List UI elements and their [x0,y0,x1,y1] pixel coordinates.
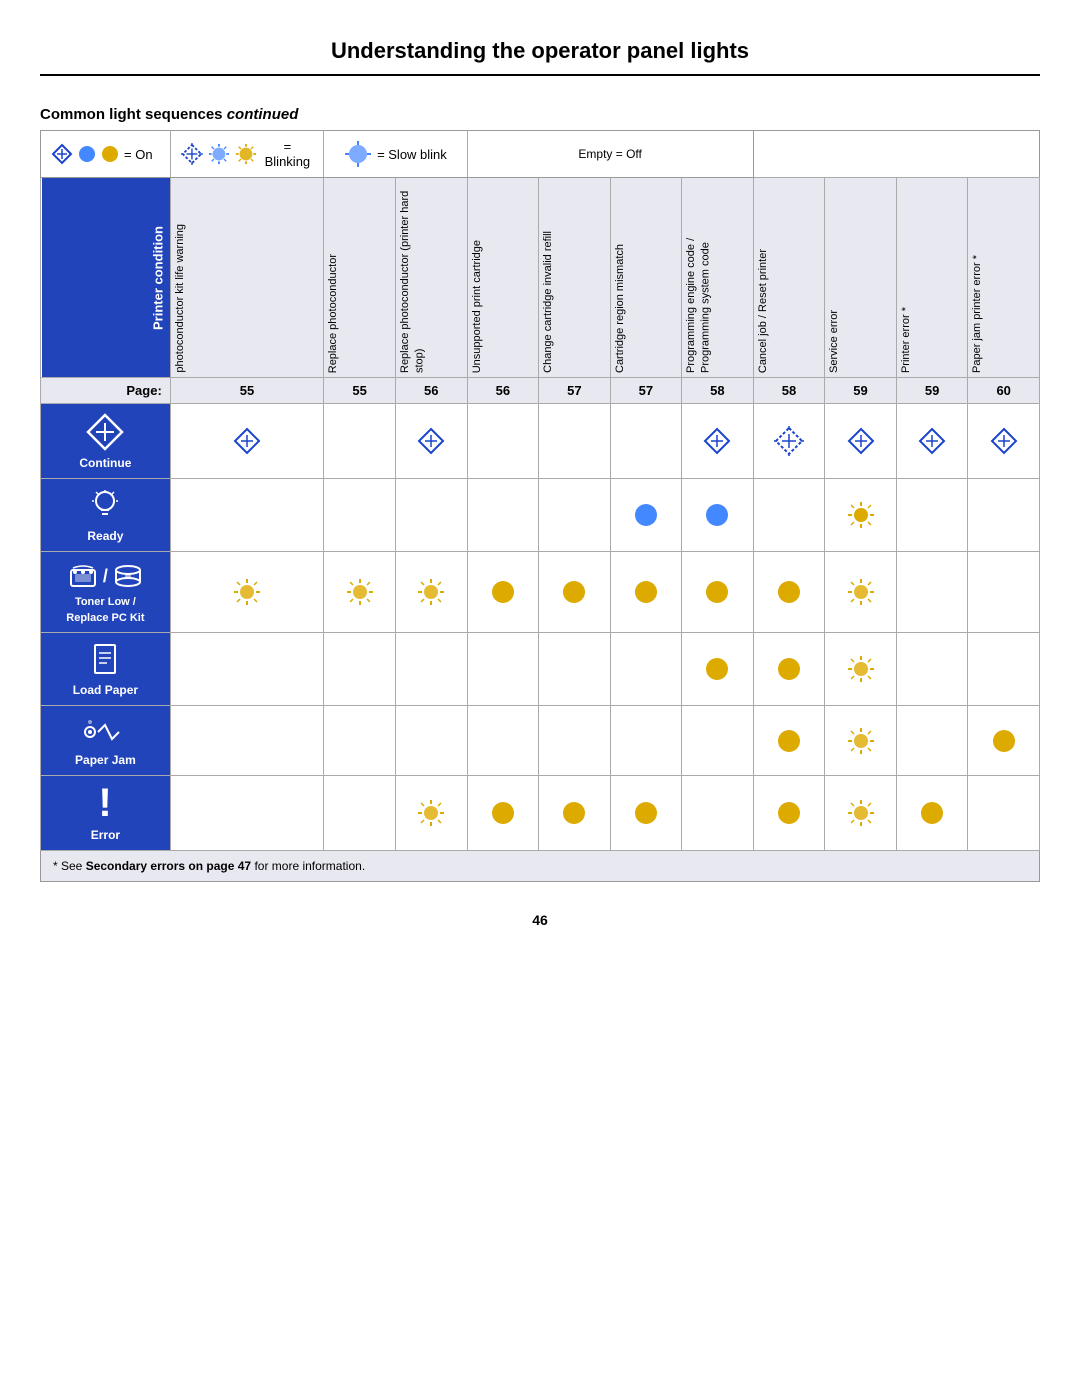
section-title: Common light sequences continued [40,106,298,123]
footnote-row: * See Secondary errors on page 47 for mo… [41,851,1040,882]
toner-row: / Toner Low / Replace PC Kit [41,552,1040,633]
ready-row: Ready [41,479,1040,552]
error-row: ! Error [41,776,1040,851]
page-title: Understanding the operator panel lights [40,20,1040,76]
column-headers-row: Printer condition photoconductor kit lif… [41,178,1040,378]
svg-text:!: ! [99,784,112,824]
page-numbers-row: Page: 55 55 56 56 57 57 58 58 59 59 60 [41,378,1040,404]
continue-row: Continue [41,404,1040,479]
legend-row: = On [41,131,1040,178]
printer-condition-header: Printer condition [41,178,171,378]
main-table: = On [40,130,1040,882]
footnote-text: * See Secondary errors on page 47 for mo… [41,851,1040,882]
page-number: 46 [40,912,1040,928]
load-paper-row: Load Paper [41,633,1040,706]
paper-jam-row: Paper Jam [41,706,1040,776]
